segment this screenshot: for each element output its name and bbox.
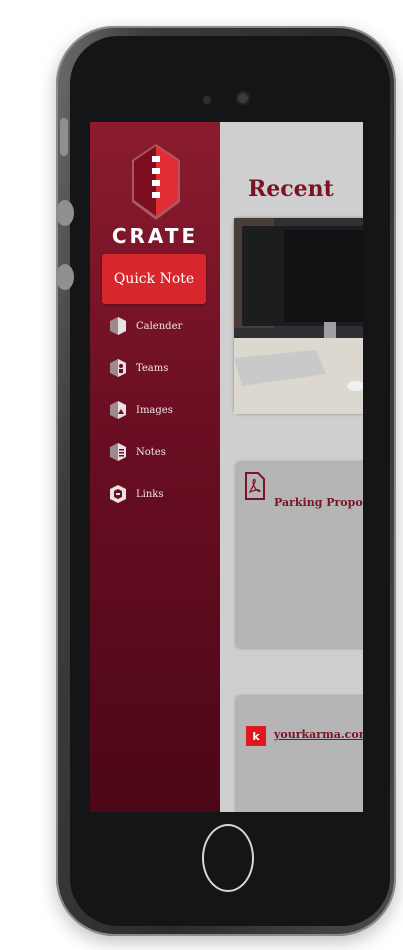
sidebar-item-label: Images [136,404,173,416]
calendar-icon [110,317,126,335]
volume-down-button [56,264,74,290]
card-title: Parking Proposal [274,496,363,509]
kr-logo-icon: k [246,726,266,746]
sidebar: CRATE Quick Note Calender Teams Images N… [90,122,220,812]
teams-icon [110,359,126,377]
recent-card-image[interactable] [234,218,363,414]
front-camera [236,91,250,105]
sidebar-item-label: Teams [136,362,169,374]
speaker-grille [203,96,211,104]
sidebar-item-images[interactable]: Images [108,398,173,422]
app-screen: CRATE Quick Note Calender Teams Images N… [90,122,363,812]
link-url[interactable]: yourkarma.com [274,728,363,741]
sidebar-item-label: Notes [136,446,166,458]
volume-up-button [56,200,74,226]
main-content: Recent Parking Proposal k [220,122,363,812]
notes-icon [110,443,126,461]
links-icon [110,485,126,503]
quick-note-button[interactable]: Quick Note [102,254,206,304]
home-button[interactable] [202,824,254,892]
mute-switch [60,118,68,156]
brand-name: CRATE [111,224,199,248]
recent-card-link[interactable]: k yourkarma.com [236,696,363,812]
sidebar-item-teams[interactable]: Teams [108,356,168,380]
sidebar-item-notes[interactable]: Notes [108,440,166,464]
recent-card-pdf[interactable]: Parking Proposal [236,462,363,648]
crate-logo-icon [132,144,180,220]
sidebar-item-label: Calender [136,320,183,332]
images-icon [110,401,126,419]
sidebar-item-calender[interactable]: Calender [108,314,182,338]
photo-icon [234,218,363,414]
page-title: Recent [248,176,334,202]
pdf-icon [245,472,265,500]
sidebar-item-label: Links [136,488,164,500]
sidebar-item-links[interactable]: Links [108,482,163,506]
